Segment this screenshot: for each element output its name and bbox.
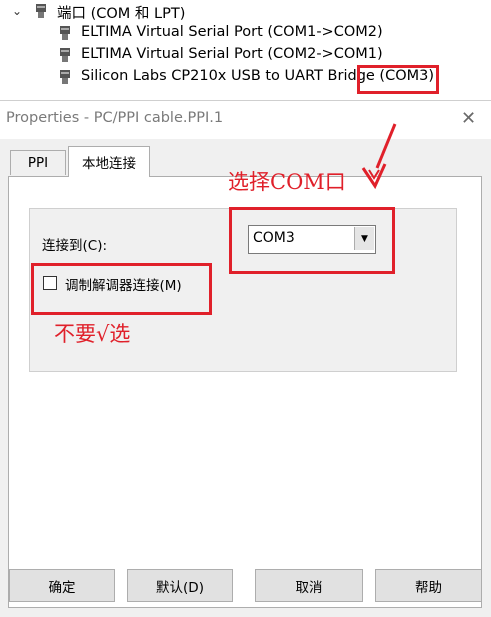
highlight-com3 — [357, 65, 439, 94]
highlight-combo — [229, 207, 395, 274]
connection-label: 连接到(C): — [42, 238, 108, 254]
annotation-select-com: 选择COM口 — [228, 170, 346, 194]
title-bar: Properties - PC/PPI cable.PPI.1 ✕ — [0, 101, 491, 139]
dialog-title: Properties - PC/PPI cable.PPI.1 — [6, 110, 224, 126]
tab-local-connection[interactable]: 本地连接 — [68, 146, 150, 177]
tree-item-label: ELTIMA Virtual Serial Port (COM2->COM1) — [81, 46, 383, 62]
cancel-button[interactable]: 取消 — [255, 569, 363, 602]
default-button[interactable]: 默认(D) — [127, 569, 233, 602]
port-icon — [60, 48, 70, 62]
annotation-arrow-icon — [361, 123, 397, 190]
tab-ppi[interactable]: PPI — [10, 150, 66, 175]
chevron-down-icon[interactable]: ⌄ — [12, 4, 26, 18]
port-icon — [60, 26, 70, 40]
annotation-no-check: 不要√选 — [54, 322, 131, 346]
port-icon — [60, 70, 70, 84]
tree-category-label: 端口 (COM 和 LPT) — [57, 6, 186, 22]
highlight-checkbox — [31, 263, 212, 315]
tree-item-label: ELTIMA Virtual Serial Port (COM1->COM2) — [81, 24, 383, 40]
help-button[interactable]: 帮助 — [375, 569, 482, 602]
ok-button[interactable]: 确定 — [9, 569, 115, 602]
port-icon — [36, 4, 46, 18]
close-icon[interactable]: ✕ — [461, 110, 479, 128]
